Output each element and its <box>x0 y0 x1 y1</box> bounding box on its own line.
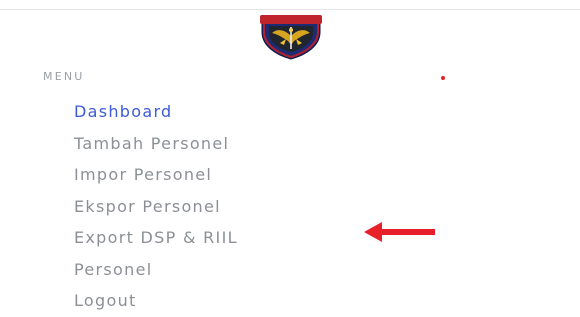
sidebar-item-personel: Personel <box>74 254 238 286</box>
sidebar-item-impor-personel: Impor Personel <box>74 159 238 191</box>
export-dsp-riil-link[interactable]: Export DSP & RIIL <box>74 228 238 247</box>
tambah-personel-link[interactable]: Tambah Personel <box>74 134 229 153</box>
ekspor-personel-link[interactable]: Ekspor Personel <box>74 197 221 216</box>
sidebar-item-export-dsp-riil: Export DSP & RIIL <box>74 222 238 254</box>
menu-heading: MENU <box>43 70 85 83</box>
sidebar-item-tambah-personel: Tambah Personel <box>74 128 238 160</box>
red-dot-marker <box>441 76 445 80</box>
police-emblem-graphic <box>260 15 322 60</box>
logout-link[interactable]: Logout <box>74 291 137 310</box>
impor-personel-link[interactable]: Impor Personel <box>74 165 212 184</box>
dashboard-link[interactable]: Dashboard <box>74 102 173 121</box>
top-divider <box>0 9 580 10</box>
personel-link[interactable]: Personel <box>74 260 152 279</box>
police-emblem-icon[interactable] <box>256 12 326 60</box>
sidebar-item-dashboard: Dashboard <box>74 96 238 128</box>
red-arrow-icon <box>364 222 436 242</box>
sidebar-item-logout: Logout <box>74 285 238 317</box>
sidebar-nav: Dashboard Tambah Personel Impor Personel… <box>74 96 238 317</box>
sidebar-item-ekspor-personel: Ekspor Personel <box>74 191 238 223</box>
